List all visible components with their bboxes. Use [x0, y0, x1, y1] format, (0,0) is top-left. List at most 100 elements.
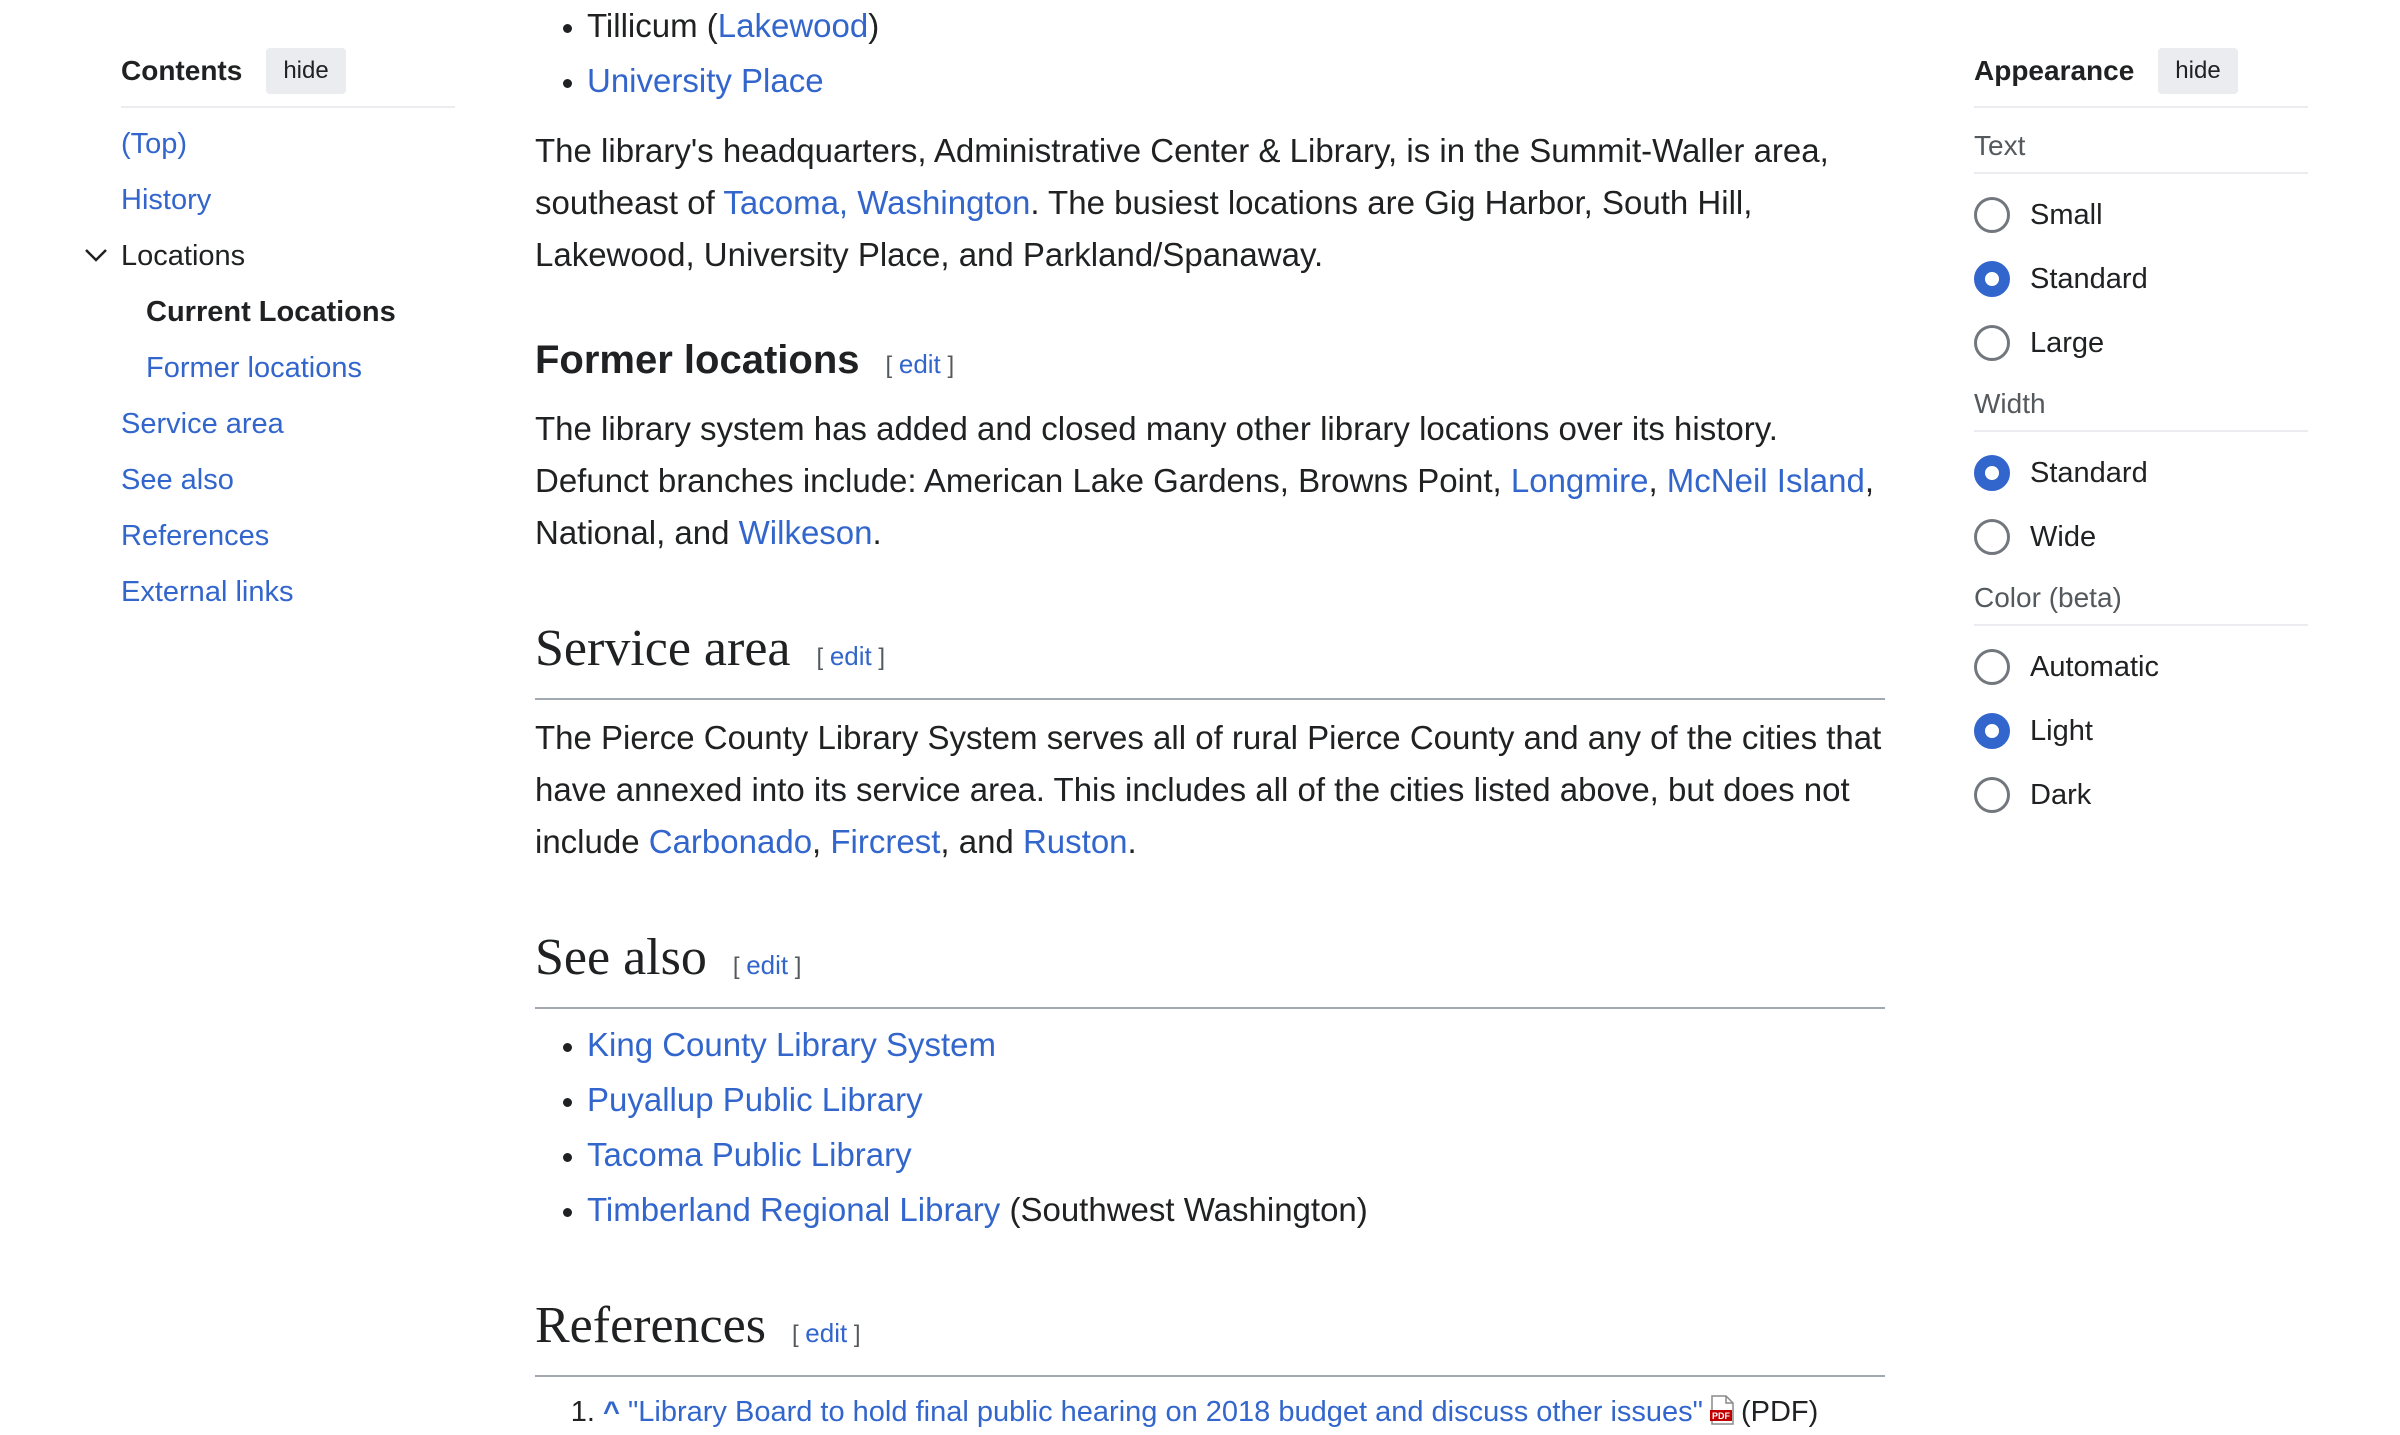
list-item: Timberland Regional Library (Southwest W…: [587, 1184, 1885, 1236]
toc-item-top[interactable]: (Top): [121, 126, 455, 163]
toc-link-history[interactable]: History: [121, 184, 211, 216]
appearance-hide-button[interactable]: hide: [2158, 48, 2238, 94]
radio-color-dark[interactable]: Dark: [1974, 772, 2308, 818]
toc-link-external-links[interactable]: External links: [121, 576, 293, 608]
toc-link-references[interactable]: References: [121, 520, 269, 552]
link-puyallup-library[interactable]: Puyallup Public Library: [587, 1081, 923, 1118]
toc-item-current-locations[interactable]: Current Locations: [121, 294, 455, 331]
reference-item: ^ "Library Board to hold final public he…: [603, 1389, 1885, 1435]
radio-label: Small: [2030, 198, 2103, 231]
reference-link[interactable]: "Library Board to hold final public hear…: [628, 1396, 1703, 1428]
appearance-panel: Appearance hide Text Small Standard Larg…: [1974, 46, 2308, 818]
link-tacoma-library[interactable]: Tacoma Public Library: [587, 1136, 912, 1173]
radio-label: Wide: [2030, 520, 2097, 553]
heading-text: See also: [535, 929, 707, 986]
edit-link[interactable]: edit: [805, 1318, 847, 1348]
color-group: Color (beta) Automatic Light Dark: [1974, 582, 2308, 818]
radio-text-standard[interactable]: Standard: [1974, 256, 2308, 302]
radio-button[interactable]: [1974, 325, 2010, 361]
heading-text: Service area: [535, 620, 791, 677]
radio-color-automatic[interactable]: Automatic: [1974, 644, 2308, 690]
paragraph-text: ,: [1648, 462, 1667, 499]
radio-text-small[interactable]: Small: [1974, 192, 2308, 238]
location-list: Tillicum (Lakewood) University Place: [535, 0, 1885, 107]
text-size-group: Text Small Standard Large: [1974, 130, 2308, 366]
heading-text: Former locations: [535, 338, 860, 382]
radio-button-checked[interactable]: [1974, 455, 2010, 491]
chevron-down-icon[interactable]: [83, 246, 109, 264]
radio-button[interactable]: [1974, 519, 2010, 555]
edit-link[interactable]: edit: [899, 349, 941, 379]
list-item: Puyallup Public Library: [587, 1074, 1885, 1126]
toc-list: (Top) History Locations Current Location…: [85, 126, 455, 611]
references-list: ^ "Library Board to hold final public he…: [535, 1389, 1885, 1435]
toc-item-see-also[interactable]: See also: [121, 462, 455, 499]
radio-label: Light: [2030, 714, 2093, 747]
heading-former-locations: Former locations [ edit ]: [535, 335, 1885, 391]
radio-color-light[interactable]: Light: [1974, 708, 2308, 754]
radio-width-wide[interactable]: Wide: [1974, 514, 2308, 560]
link-carbonado[interactable]: Carbonado: [649, 823, 812, 860]
edit-section: [ edit ]: [791, 1318, 861, 1348]
toc-item-external-links[interactable]: External links: [121, 574, 455, 611]
paragraph-text: ,: [812, 823, 831, 860]
radio-button[interactable]: [1974, 197, 2010, 233]
toc-link-see-also[interactable]: See also: [121, 464, 234, 496]
toc-header: Contents hide: [121, 46, 455, 108]
hq-paragraph: The library's headquarters, Administrati…: [535, 125, 1885, 281]
toc-link-service-area[interactable]: Service area: [121, 408, 284, 440]
radio-label: Large: [2030, 326, 2105, 359]
link-wilkeson[interactable]: Wilkeson: [739, 514, 873, 551]
link-longmire[interactable]: Longmire: [1511, 462, 1649, 499]
edit-section: [ edit ]: [732, 950, 802, 980]
toc-item-former-locations[interactable]: Former locations: [121, 350, 455, 387]
paragraph-text: , and: [940, 823, 1023, 860]
text-group-label: Text: [1974, 130, 2308, 174]
radio-button[interactable]: [1974, 649, 2010, 685]
table-of-contents: Contents hide (Top) History Locations Cu…: [85, 46, 455, 630]
radio-width-standard[interactable]: Standard: [1974, 450, 2308, 496]
edit-link[interactable]: edit: [746, 950, 788, 980]
heading-service-area: Service area [ edit ]: [535, 617, 1885, 700]
link-mcneil-island[interactable]: McNeil Island: [1667, 462, 1865, 499]
radio-button[interactable]: [1974, 777, 2010, 813]
pdf-icon: PDF: [1709, 1395, 1734, 1425]
paragraph-text: .: [1127, 823, 1137, 860]
list-item: Tillicum (Lakewood): [587, 0, 1885, 52]
radio-button-checked[interactable]: [1974, 713, 2010, 749]
paragraph-text: .: [872, 514, 882, 551]
edit-link[interactable]: edit: [830, 641, 872, 671]
list-item: Tacoma Public Library: [587, 1129, 1885, 1181]
width-group: Width Standard Wide: [1974, 388, 2308, 560]
link-king-county-library[interactable]: King County Library System: [587, 1026, 996, 1063]
link-university-place[interactable]: University Place: [587, 62, 824, 99]
link-tacoma-washington[interactable]: Tacoma, Washington: [723, 184, 1030, 221]
link-fircrest[interactable]: Fircrest: [830, 823, 940, 860]
edit-section: [ edit ]: [885, 349, 955, 379]
radio-button-checked[interactable]: [1974, 261, 2010, 297]
link-timberland-library[interactable]: Timberland Regional Library: [587, 1191, 1000, 1228]
list-item-text: (Southwest Washington): [1000, 1191, 1368, 1228]
radio-label: Standard: [2030, 456, 2148, 489]
toc-item-service-area[interactable]: Service area: [121, 406, 455, 443]
toc-item-locations[interactable]: Locations: [85, 238, 455, 275]
toc-item-history[interactable]: History: [121, 182, 455, 219]
link-lakewood[interactable]: Lakewood: [718, 7, 868, 44]
appearance-title: Appearance: [1974, 55, 2135, 86]
toc-item-references[interactable]: References: [121, 518, 455, 555]
toc-link-top[interactable]: (Top): [121, 128, 187, 160]
toc-link-current-locations[interactable]: Current Locations: [146, 296, 396, 328]
list-item: University Place: [587, 55, 1885, 107]
heading-see-also: See also [ edit ]: [535, 926, 1885, 1009]
radio-label: Standard: [2030, 262, 2148, 295]
toc-link-former-locations[interactable]: Former locations: [146, 352, 362, 384]
toc-link-locations[interactable]: Locations: [121, 240, 245, 272]
link-ruston[interactable]: Ruston: [1023, 823, 1128, 860]
radio-text-large[interactable]: Large: [1974, 320, 2308, 366]
reference-backlink[interactable]: ^: [603, 1396, 620, 1428]
list-item: King County Library System: [587, 1019, 1885, 1071]
color-group-label: Color (beta): [1974, 582, 2308, 626]
toc-hide-button[interactable]: hide: [266, 48, 346, 94]
heading-references: References [ edit ]: [535, 1294, 1885, 1377]
heading-text: References: [535, 1297, 766, 1354]
